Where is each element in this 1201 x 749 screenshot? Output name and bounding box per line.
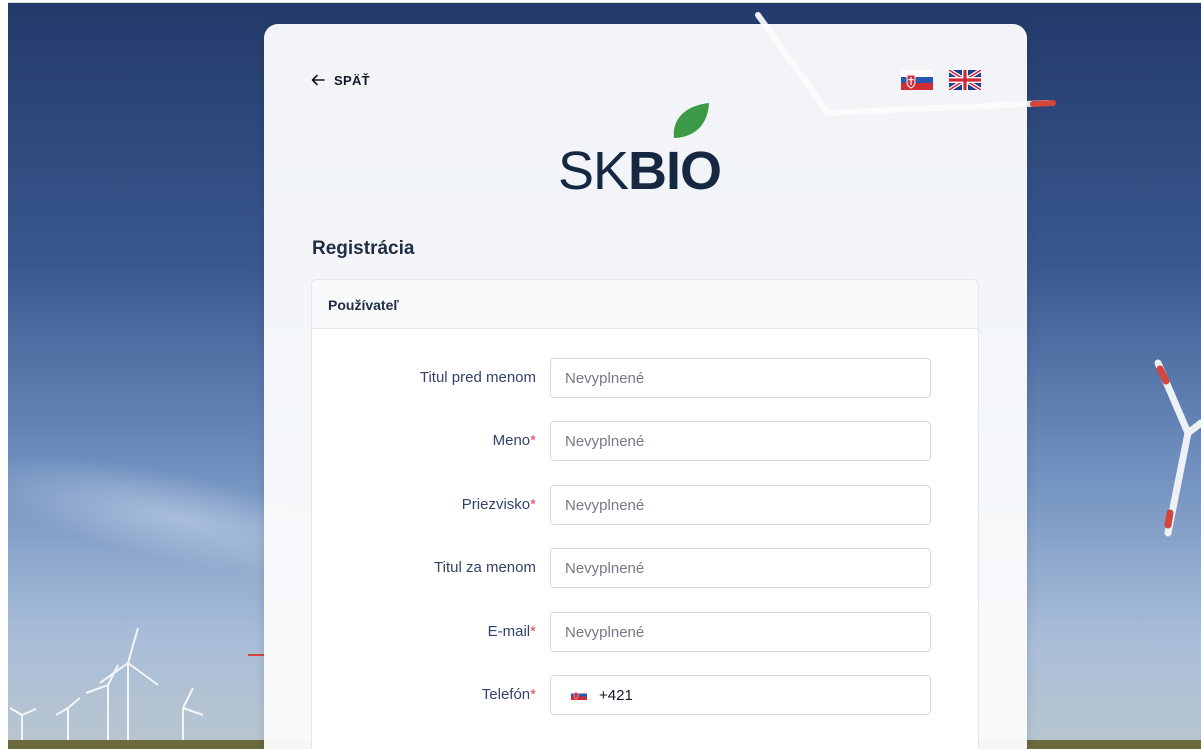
field-row-title-after: Titul za menom	[312, 548, 980, 588]
user-section-panel: Používateľ Titul pred menom Meno* Priezv…	[311, 279, 979, 749]
user-section-header: Používateľ	[312, 280, 978, 329]
field-row-email: E-mail*	[312, 612, 980, 652]
uk-flag-icon[interactable]	[949, 70, 981, 90]
page-title: Registrácia	[312, 238, 415, 259]
field-row-phone: Telefón*	[312, 675, 980, 715]
required-marker: *	[530, 686, 536, 703]
arrow-left-icon	[311, 74, 325, 86]
first-name-input[interactable]	[550, 421, 931, 461]
field-label-title-after: Titul za menom	[434, 559, 536, 576]
field-label-last-name: Priezvisko*	[461, 496, 536, 513]
field-label-email: E-mail*	[487, 623, 536, 640]
turbine-large	[1154, 359, 1201, 537]
phone-input[interactable]	[599, 677, 899, 713]
logo-wordmark: SKBIO	[558, 141, 722, 201]
email-input[interactable]	[550, 612, 931, 652]
field-row-first-name: Meno*	[312, 421, 980, 461]
slovak-flag-icon[interactable]	[901, 70, 933, 90]
required-marker: *	[530, 432, 536, 449]
language-switcher	[901, 70, 981, 90]
phone-field	[550, 675, 931, 715]
last-name-input[interactable]	[550, 485, 931, 525]
field-label-title-before: Titul pred menom	[419, 369, 536, 386]
field-row-title-before: Titul pred menom	[312, 358, 980, 398]
logo-text-sk: SK	[558, 141, 629, 201]
logo-text-bio: BIO	[628, 141, 722, 201]
slovak-flag-icon[interactable]	[571, 690, 587, 700]
leaf-icon	[673, 103, 709, 138]
title-before-input[interactable]	[550, 358, 931, 398]
required-marker: *	[530, 623, 536, 640]
turbine-group-small	[9, 627, 264, 749]
required-marker: *	[530, 496, 536, 513]
back-button[interactable]: SPÄŤ	[310, 72, 370, 88]
field-label-phone: Telefón*	[481, 686, 536, 703]
back-label: SPÄŤ	[334, 72, 370, 88]
title-after-input[interactable]	[550, 548, 931, 588]
field-row-last-name: Priezvisko*	[312, 485, 980, 525]
field-label-first-name: Meno*	[492, 432, 536, 449]
skbio-logo: SKBIO	[556, 102, 736, 201]
registration-card: SPÄŤ SKBIO Registrácia Používateľ Titul …	[264, 24, 1027, 749]
